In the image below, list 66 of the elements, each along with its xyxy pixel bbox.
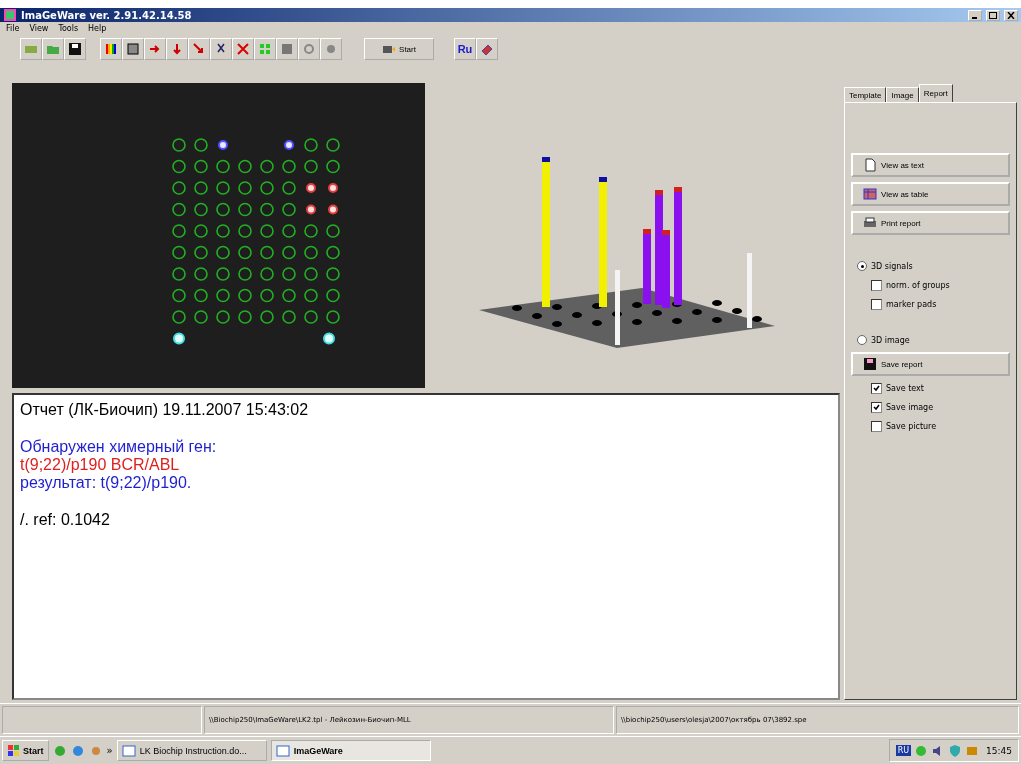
maximize-icon — [989, 11, 997, 19]
tool-button[interactable] — [210, 38, 232, 60]
dot-icon — [324, 42, 338, 56]
option-label: 3D image — [871, 335, 910, 345]
tool-button[interactable] — [188, 38, 210, 60]
option-label: 3D signals — [871, 261, 913, 271]
save-report-button[interactable]: Save report — [851, 352, 1010, 376]
app-icon — [3, 8, 17, 22]
option-label: norm. of groups — [886, 280, 950, 290]
close-button[interactable] — [1004, 9, 1018, 21]
square-icon — [280, 42, 294, 56]
window-title: ImaGeWare ver. 2.91.42.14.58 — [21, 9, 193, 21]
checkbox[interactable] — [871, 420, 882, 432]
option-label: Save text — [886, 383, 924, 393]
window-icon — [121, 743, 136, 758]
tool-button[interactable] — [166, 38, 188, 60]
view-button[interactable]: View as text — [851, 153, 1010, 177]
tab[interactable]: Report — [918, 84, 953, 102]
start-button[interactable]: Start — [364, 38, 434, 60]
shield-icon — [948, 743, 963, 758]
grid-icon — [258, 42, 272, 56]
more-button[interactable]: » — [106, 745, 113, 756]
report-line: Отчет (ЛК-Биочип) 19.11.2007 15:43:02 — [20, 401, 310, 419]
tab[interactable]: Image — [886, 87, 919, 102]
windows-logo-icon — [7, 743, 21, 758]
checkbox[interactable] — [871, 401, 882, 413]
report-line: Обнаружен химерный ген: — [20, 438, 218, 456]
document-icon — [863, 158, 877, 172]
diagonal-arrow-icon — [192, 42, 206, 56]
table-icon — [863, 187, 877, 201]
language-indicator[interactable]: RU — [895, 745, 912, 756]
report-line: результат: t(9;22)/p190. — [20, 474, 193, 492]
close-icon — [1007, 11, 1015, 19]
minimize-button[interactable] — [968, 9, 982, 21]
maximize-button[interactable] — [986, 9, 1000, 21]
clock: 15:45 — [986, 745, 1012, 756]
option-label: marker pads — [886, 299, 937, 309]
option-label: Save image — [886, 402, 934, 412]
taskbar-button[interactable]: ImaGeWare — [270, 740, 431, 761]
report-line: /. ref: 0.1042 — [20, 511, 111, 529]
view-button[interactable]: View as table — [851, 182, 1010, 206]
radio-button[interactable] — [857, 261, 867, 271]
start-menu-button[interactable]: Start — [2, 740, 49, 761]
checkbox[interactable] — [871, 298, 882, 310]
floppy-disk-button[interactable] — [64, 38, 86, 60]
tool-button[interactable] — [122, 38, 144, 60]
menu-item[interactable]: Help — [88, 24, 107, 33]
language-button[interactable]: Ru — [454, 38, 476, 60]
view-button[interactable]: Print report — [851, 211, 1010, 235]
menu-item[interactable]: File — [6, 24, 20, 33]
tool-button[interactable] — [144, 38, 166, 60]
window-icon — [275, 743, 290, 758]
radio-button[interactable] — [857, 335, 867, 345]
rainbow-icon — [104, 42, 118, 56]
menu-item[interactable]: Tools — [58, 24, 79, 33]
menu-item[interactable]: View — [29, 24, 49, 33]
checkbox[interactable] — [871, 279, 882, 291]
option-label: Save picture — [886, 421, 937, 431]
tab[interactable]: Template — [844, 87, 887, 102]
tool-button[interactable] — [100, 38, 122, 60]
printer-icon — [863, 216, 877, 230]
checkbox[interactable] — [871, 382, 882, 394]
report-line: t(9;22)/p190 BCR/ABL — [20, 456, 181, 474]
ring-icon — [302, 42, 316, 56]
down-arrow-icon — [170, 42, 184, 56]
taskbar-button[interactable]: LK Biochip Instruction.do... — [116, 740, 267, 761]
